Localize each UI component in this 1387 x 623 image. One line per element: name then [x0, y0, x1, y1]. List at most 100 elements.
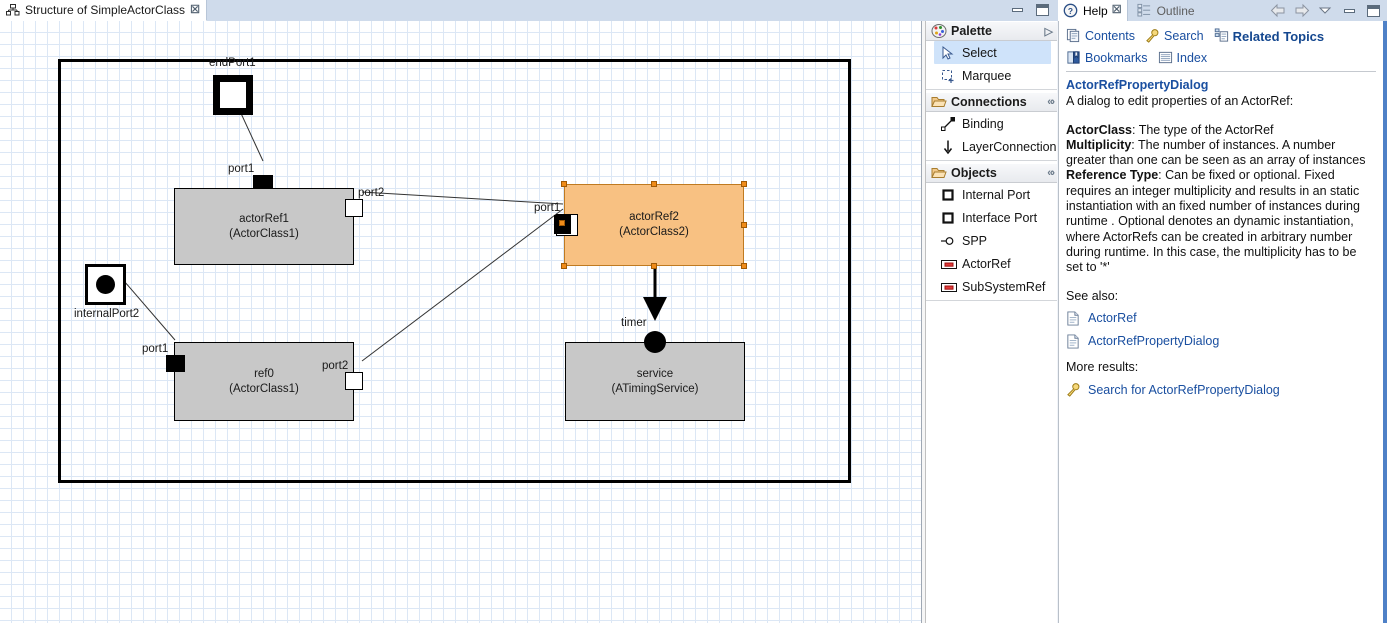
more-results-label: More results:: [1066, 359, 1139, 374]
see-also-link-label: ActorRef: [1088, 311, 1137, 326]
spp-circle-icon: [940, 233, 956, 249]
port-actorRef1-port2[interactable]: [345, 199, 363, 217]
maximize-icon[interactable]: [1035, 3, 1050, 17]
palette-tool-interface-port[interactable]: Interface Port: [926, 206, 1057, 229]
help-tab-label: Outline: [1156, 3, 1195, 18]
selection-handle-ne[interactable]: [741, 181, 747, 187]
palette-divider: [926, 89, 1057, 90]
palette-tool-binding[interactable]: Binding: [926, 112, 1057, 135]
palette-section-label: Connections: [951, 95, 1027, 109]
help-toolbar-row-2: Bookmarks Index: [1066, 47, 1387, 69]
node-actorRef2[interactable]: actorRef2 (ActorClass2): [564, 184, 744, 266]
palette-tool-internal-port[interactable]: Internal Port: [926, 183, 1057, 206]
folder-open-icon: [931, 94, 947, 110]
back-arrow-icon[interactable]: [1270, 3, 1285, 18]
port-ref0-port2[interactable]: [345, 372, 363, 390]
collapse-icon[interactable]: «›: [1047, 167, 1055, 179]
palette-tool-label: Binding: [962, 116, 1004, 131]
palette-tool-actorref[interactable]: ActorRef: [926, 252, 1057, 275]
node-type: (ActorClass2): [619, 226, 689, 238]
application-window: Structure of SimpleActorClass ☒ endPort1…: [0, 0, 1387, 623]
port-ref0-port1[interactable]: [166, 355, 185, 372]
palette-divider: [926, 300, 1057, 301]
port-endPort1[interactable]: [213, 75, 253, 115]
palette-tool-marquee[interactable]: Marquee: [926, 64, 1057, 87]
structure-diagram-icon: [6, 4, 20, 16]
port-internalPort2[interactable]: [85, 264, 126, 305]
palette-tool-layerconnection[interactable]: LayerConnection: [926, 135, 1057, 158]
help-panel: ? Help ☒ Outline Contents Search Related…: [1058, 0, 1387, 623]
palette-section-header-objects[interactable]: Objects «›: [926, 163, 1057, 183]
editor-tab-structure[interactable]: Structure of SimpleActorClass ☒: [0, 0, 207, 21]
svg-text:?: ?: [1068, 5, 1073, 15]
selection-handle-nw[interactable]: [561, 181, 567, 187]
see-also-link-actorref[interactable]: ActorRef: [1066, 311, 1370, 327]
editor-tab-bar: Structure of SimpleActorClass ☒: [0, 0, 1058, 21]
palette-section-label: Palette: [951, 24, 992, 38]
forward-arrow-icon[interactable]: [1294, 3, 1310, 18]
help-content: ActorRefPropertyDialog A dialog to edit …: [1066, 78, 1370, 398]
selection-handle-e[interactable]: [741, 222, 747, 228]
node-actorRef1[interactable]: actorRef1 (ActorClass1): [174, 188, 354, 265]
minimize-icon[interactable]: [1010, 3, 1025, 17]
close-icon[interactable]: ☒: [1112, 5, 1122, 16]
see-also-link-actorrefpropertydialog[interactable]: ActorRefPropertyDialog: [1066, 334, 1370, 350]
help-property-term: ActorClass: [1066, 122, 1132, 137]
related-topics-icon: [1214, 28, 1230, 44]
search-key-icon: [1066, 382, 1082, 398]
help-tab-label: Help: [1083, 3, 1108, 18]
contents-icon: [1066, 28, 1082, 44]
selection-handle-n[interactable]: [651, 181, 657, 187]
minimize-icon[interactable]: [1342, 4, 1357, 18]
help-link-related-topics[interactable]: Related Topics: [1214, 28, 1325, 44]
help-property-reference-type: Reference Type: Can be fixed or optional…: [1066, 168, 1370, 275]
actorref-box-icon: [940, 279, 957, 295]
label-port1-actorRef1: port1: [228, 163, 255, 175]
outline-icon: [1137, 3, 1153, 19]
help-link-contents[interactable]: Contents: [1066, 28, 1135, 44]
palette-divider: [926, 160, 1057, 161]
help-panel-scroll-edge[interactable]: [1383, 21, 1387, 623]
label-timer: timer: [621, 317, 647, 329]
node-ref0[interactable]: ref0 (ActorClass1): [174, 342, 354, 421]
help-article-title: ActorRefPropertyDialog: [1066, 78, 1209, 92]
chevron-right-icon[interactable]: ▷: [1045, 25, 1053, 38]
more-results-link-search[interactable]: Search for ActorRefPropertyDialog: [1066, 382, 1370, 398]
palette-tool-subsystemref[interactable]: SubSystemRef: [926, 275, 1057, 298]
palette-tool-select[interactable]: Select: [934, 41, 1051, 64]
help-window-buttons: [1270, 0, 1381, 21]
port-selection-handle[interactable]: [559, 220, 565, 226]
help-link-label: Related Topics: [1232, 28, 1325, 44]
view-menu-icon[interactable]: [1318, 4, 1333, 18]
palette-section-label: Objects: [951, 166, 997, 180]
help-tab-outline[interactable]: Outline: [1128, 0, 1201, 21]
port-actorRef1-port1[interactable]: [253, 175, 273, 189]
help-property-multiplicity: Multiplicity: The number of instances. A…: [1066, 138, 1370, 169]
help-link-search[interactable]: Search: [1145, 28, 1204, 44]
palette-section-header-palette[interactable]: Palette ▷: [926, 21, 1057, 41]
help-tab-help[interactable]: ? Help ☒: [1058, 0, 1128, 21]
diagram-canvas[interactable]: endPort1 internalPort2 actorRef1 (ActorC…: [0, 21, 921, 623]
selection-handle-s[interactable]: [651, 263, 657, 269]
node-name: actorRef1: [239, 212, 289, 225]
help-link-index[interactable]: Index: [1158, 50, 1207, 66]
label-internalPort2: internalPort2: [74, 308, 140, 320]
selection-handle-se[interactable]: [741, 263, 747, 269]
document-icon: [1066, 334, 1082, 350]
square-port-icon: [940, 187, 956, 203]
selection-handle-sw[interactable]: [561, 263, 567, 269]
help-link-label: Search: [1164, 29, 1204, 43]
node-name: service: [636, 367, 674, 380]
collapse-icon[interactable]: «›: [1047, 96, 1055, 108]
editor-tab-label: Structure of SimpleActorClass: [25, 3, 186, 17]
help-link-bookmarks[interactable]: Bookmarks: [1066, 50, 1148, 66]
spp-port-service[interactable]: [644, 331, 666, 353]
folder-open-icon: [931, 165, 947, 181]
actorref-box-icon: [940, 256, 957, 272]
palette-section-header-connections[interactable]: Connections «›: [926, 92, 1057, 112]
palette-tool-spp[interactable]: SPP: [926, 229, 1057, 252]
help-property-term: Multiplicity: [1066, 137, 1132, 152]
maximize-icon[interactable]: [1366, 4, 1381, 18]
close-icon[interactable]: ☒: [190, 4, 200, 16]
node-service[interactable]: service (ATimingService): [565, 342, 745, 421]
